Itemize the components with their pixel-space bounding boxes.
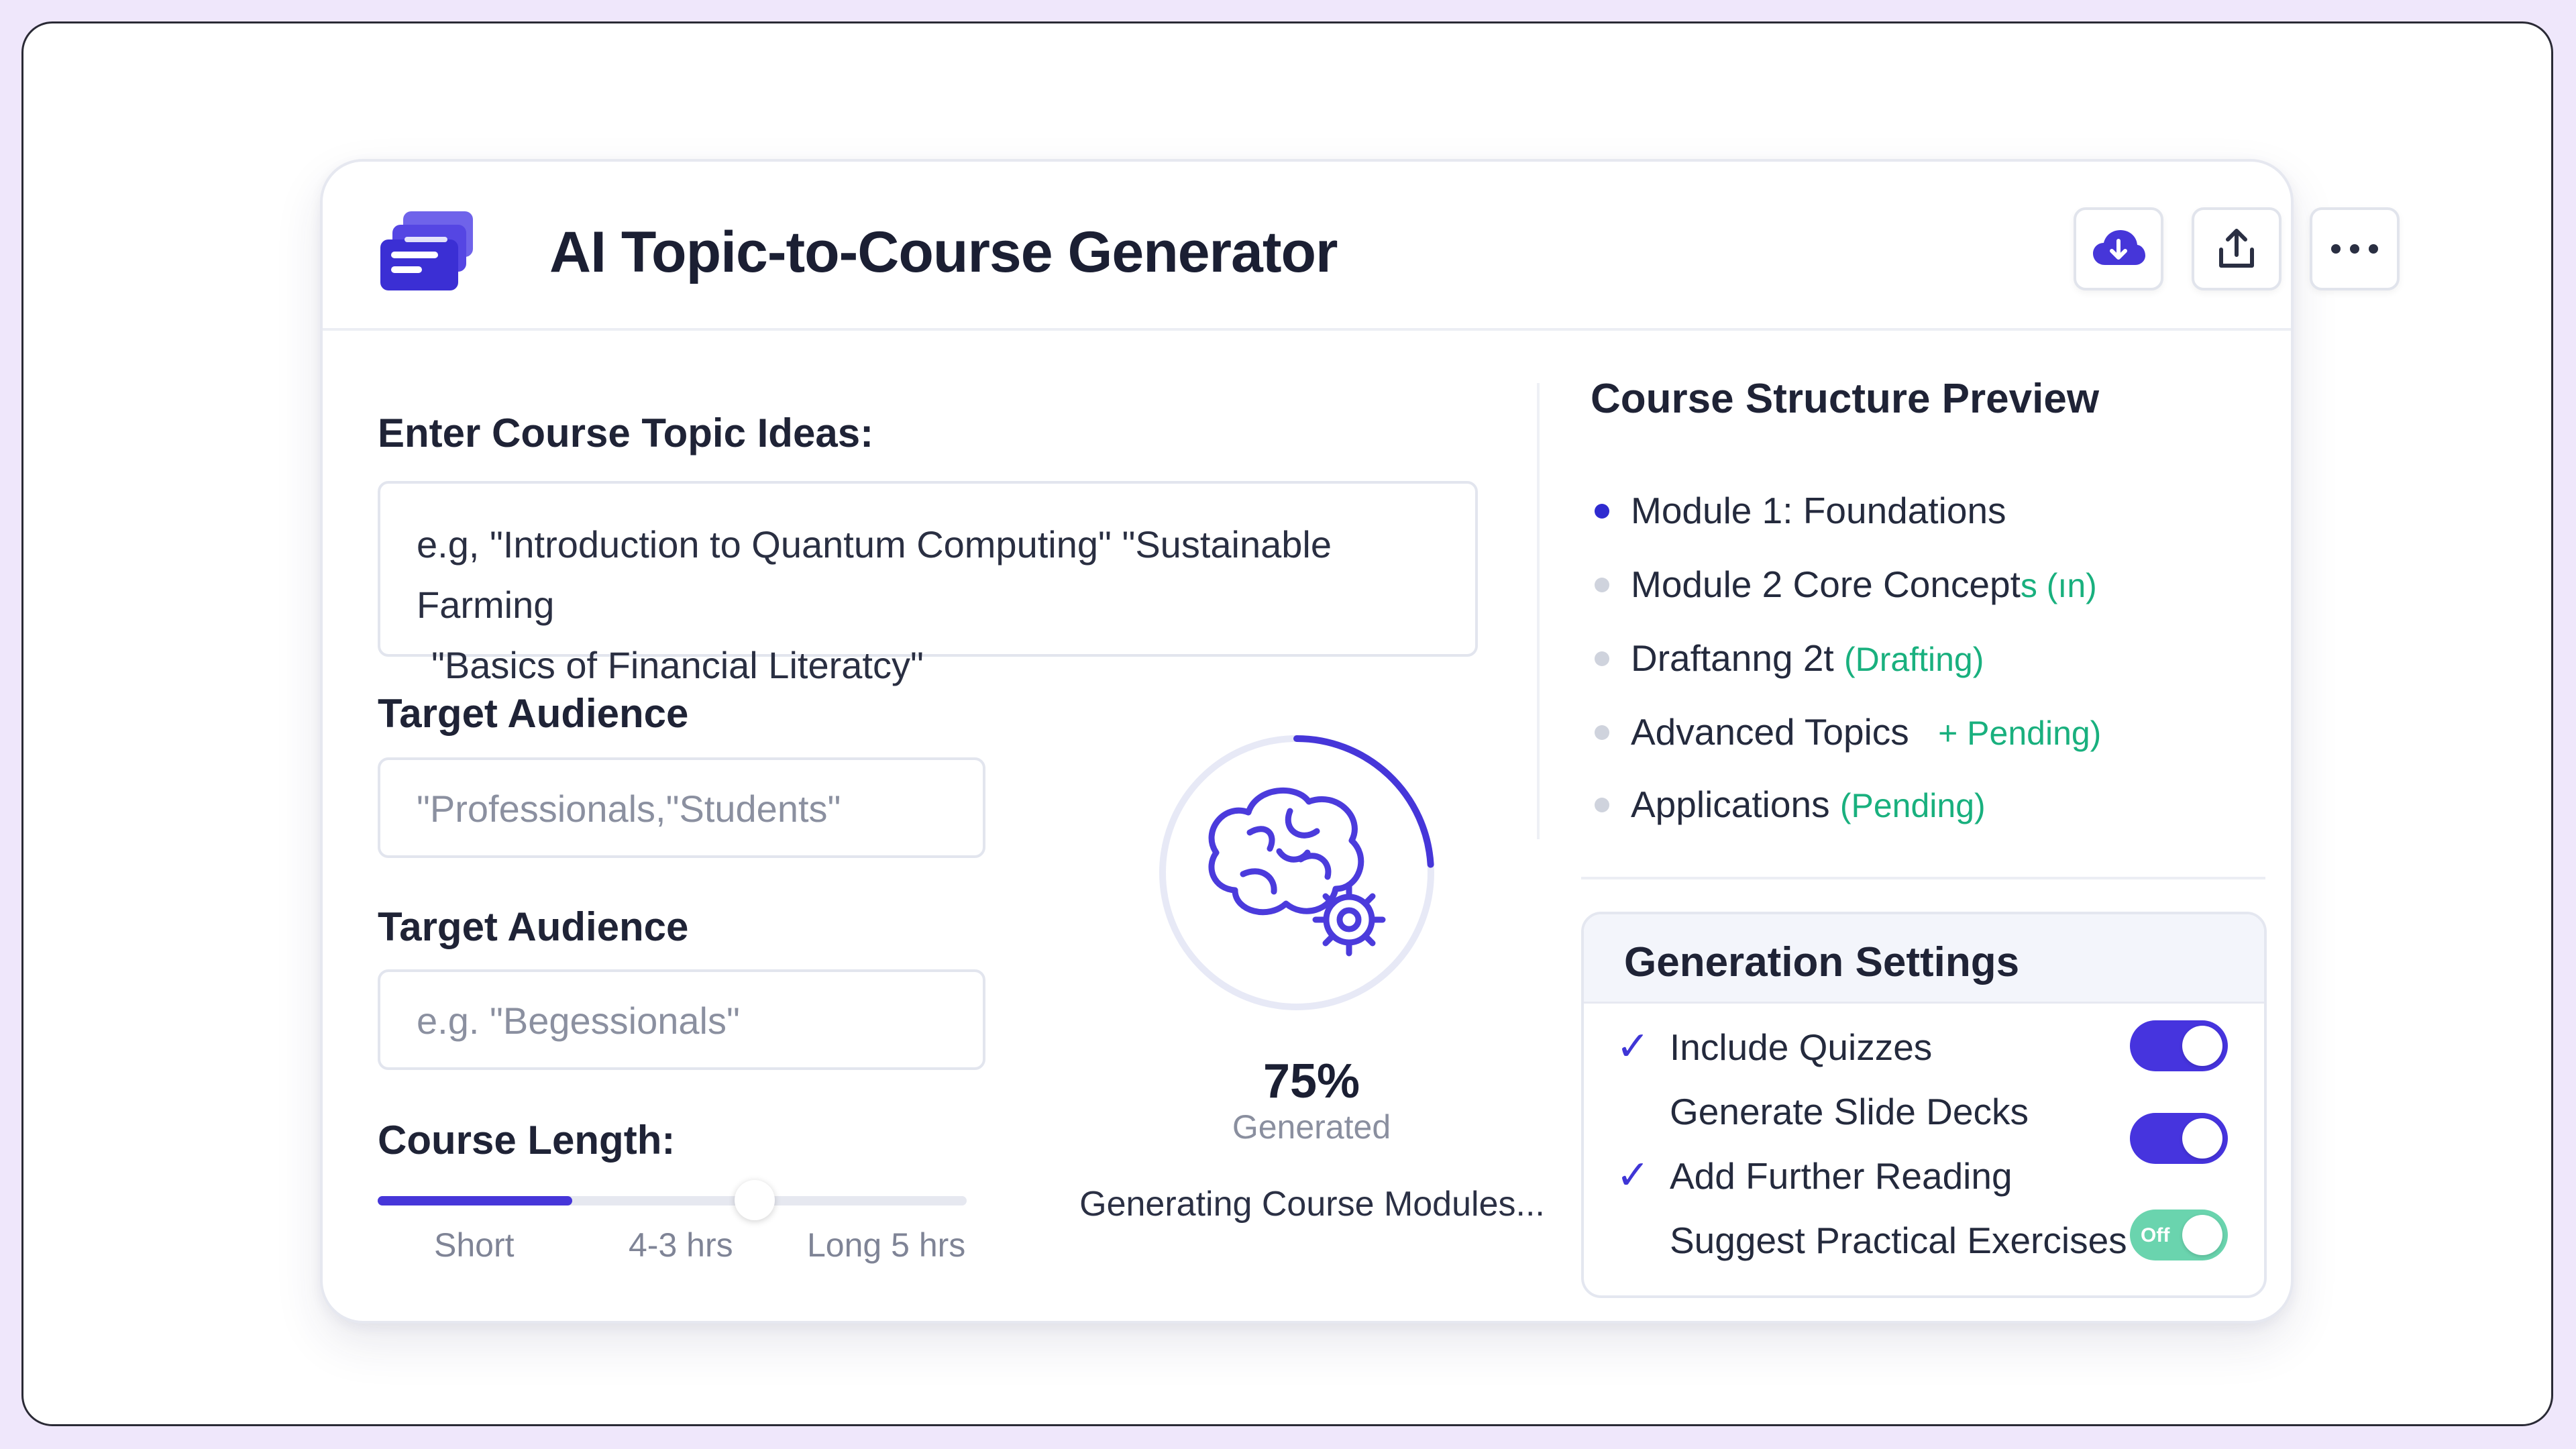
setting-suggest-practical-exercises[interactable]: Suggest Practical Exercises [1670,1219,2127,1262]
settings-title: Generation Settings [1624,939,2020,985]
module-name: Advanced Topics [1631,711,1909,753]
toggle-include-quizzes[interactable] [2130,1020,2228,1071]
screen-frame: AI Topic-to-Course Generator Enter Cours… [21,21,2553,1426]
slider-handle[interactable] [734,1180,775,1220]
module-status-dot [1595,725,1609,740]
brain-gear-icon [1208,787,1386,957]
length-tick-long: Long 5 hrs [807,1226,966,1264]
audience-value-1: "Professionals,"Students" [417,788,841,830]
module-name: Module 1: Foundations [1631,490,2006,531]
share-button[interactable] [2192,207,2282,290]
generation-status: Generating Course Modules... [1079,1185,1545,1224]
app-logo-icon [378,207,478,294]
module-item-2[interactable]: Module 2 Core Concepts (ın) [1595,563,2097,606]
topic-line-2: "Basics of Financial Literatcy" [431,644,924,686]
column-divider [1537,383,1540,839]
topic-line-1: e.g, "Introduction to Quantum Computing"… [417,523,1332,626]
setting-generate-slide-decks[interactable]: Generate Slide Decks [1670,1090,2029,1133]
setting-add-further-reading[interactable]: Add Further Reading [1670,1155,2012,1197]
module-item-3[interactable]: Draftanng 2t (Drafting) [1595,637,1984,680]
module-tag: + Pending) [1938,714,2102,752]
settings-header: Generation Settings [1584,914,2264,1004]
check-icon: ✓ [1616,1024,1650,1069]
audience-input-2[interactable]: e.g. "Begessionals" [378,969,985,1070]
toggle-further-reading[interactable] [2130,1113,2228,1164]
module-tag: (Pending) [1839,787,1986,824]
audience-label-2: Target Audience [378,904,689,949]
course-length-label: Course Length: [378,1118,676,1163]
module-tag: s (ın) [2020,567,2097,604]
module-tag: (Drafting) [1843,641,1984,678]
topic-label: Enter Course Topic Ideas: [378,411,874,455]
check-icon: ✓ [1616,1152,1650,1197]
setting-include-quizzes[interactable]: Include Quizzes [1670,1026,1932,1069]
audience-placeholder-2: e.g. "Begessionals" [417,1000,740,1042]
generator-card: AI Topic-to-Course Generator Enter Cours… [320,159,2400,1324]
progress-ring [1159,735,1434,1010]
more-options-button[interactable] [2310,207,2400,290]
section-divider [1581,877,2265,879]
app-title: AI Topic-to-Course Generator [549,220,1338,284]
card-header: AI Topic-to-Course Generator [323,162,2400,331]
length-tick-mid: 4-3 hrs [629,1226,733,1264]
download-button[interactable] [2074,207,2163,290]
module-name: Module 2 Core Concept [1631,564,2021,605]
more-horizontal-icon [2331,244,2378,254]
generation-settings-panel: Generation Settings ✓ Include Quizzes Ge… [1581,912,2267,1298]
module-item-5[interactable]: Applications (Pending) [1595,783,1986,826]
share-upload-icon [2219,229,2254,268]
module-status-dot [1595,504,1609,519]
course-length-slider[interactable] [378,1180,967,1220]
length-tick-short: Short [434,1226,515,1264]
module-item-1[interactable]: Module 1: Foundations [1595,489,2006,532]
preview-title: Course Structure Preview [1591,376,2100,422]
toggle-knob [2182,1026,2222,1066]
toggle-practical-exercises[interactable]: Off [2130,1210,2228,1260]
module-item-4[interactable]: Advanced Topics + Pending) [1595,710,2102,753]
module-status-dot [1595,578,1609,592]
slider-fill [378,1196,572,1205]
module-status-dot [1595,798,1609,812]
module-status-dot [1595,651,1609,666]
toggle-knob [2182,1118,2222,1159]
progress-percent: 75% [1263,1055,1360,1108]
audience-label-1: Target Audience [378,691,689,736]
audience-input-1[interactable]: "Professionals,"Students" [378,757,985,858]
module-name: Applications [1631,784,1830,825]
cloud-download-icon [2093,230,2145,265]
toggle-knob [2182,1215,2222,1255]
topic-ideas-textarea[interactable]: e.g, "Introduction to Quantum Computing"… [378,481,1478,686]
toggle-off-text: Off [2141,1224,2170,1246]
progress-sublabel: Generated [1232,1108,1391,1146]
module-name: Draftanng 2t [1631,637,1834,679]
